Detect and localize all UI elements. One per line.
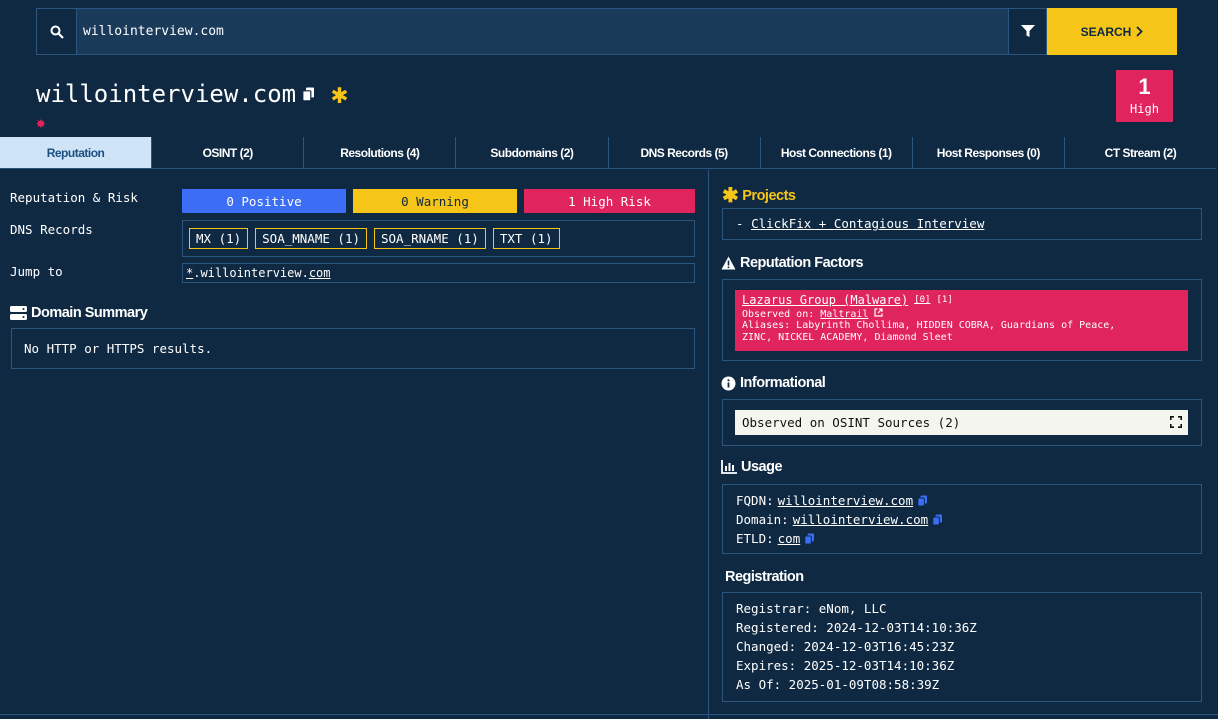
dns-chip-soa-rname[interactable]: SOA_RNAME (1) — [374, 228, 486, 249]
external-link-icon[interactable] — [874, 307, 884, 317]
risk-count: 1 — [1138, 74, 1151, 99]
copy-icon[interactable] — [804, 533, 815, 545]
search-button-label: SEARCH — [1080, 24, 1132, 39]
expand-icon[interactable] — [1170, 416, 1182, 428]
osint-sources-item[interactable]: Observed on OSINT Sources (2) — [735, 410, 1188, 435]
registration-title: Registration — [725, 569, 804, 585]
jump-to-box: * .willointerview. com — [182, 263, 695, 283]
jump-domain-text: .willointerview. — [193, 266, 309, 280]
usage-label: Domain: — [736, 512, 789, 527]
reputation-factors-title: Reputation Factors — [740, 255, 864, 271]
server-icon — [10, 306, 27, 320]
registration-row: Registered: 2024-12-03T14:10:36Z — [736, 620, 977, 635]
usage-value-link[interactable]: willointerview.com — [793, 512, 928, 527]
projects-prefix: - — [736, 216, 752, 231]
dns-records-label: DNS Records — [10, 222, 93, 237]
dns-records-box: MX (1) SOA_MNAME (1) SOA_RNAME (1) TXT (… — [182, 220, 695, 257]
informational-heading: Informational — [721, 375, 826, 391]
usage-value-link[interactable]: com — [778, 531, 801, 546]
reputation-factors-heading: Reputation Factors — [721, 255, 864, 271]
registration-row: Registrar: eNom, LLC — [736, 601, 887, 616]
dns-chip-mx[interactable]: MX (1) — [189, 228, 249, 249]
tab-reputation[interactable]: Reputation — [0, 137, 153, 168]
page-title: willointerview.com — [36, 80, 297, 108]
domain-summary-title: Domain Summary — [31, 305, 148, 321]
registration-row: Changed: 2024-12-03T16:45:23Z — [736, 639, 955, 654]
projects-title: Projects — [742, 187, 796, 204]
risk-level: High — [1130, 102, 1159, 116]
tab-subdomains[interactable]: Subdomains (2) — [456, 137, 609, 168]
tab-dns-records[interactable]: DNS Records (5) — [609, 137, 761, 168]
warning-badge: 0 Warning — [353, 189, 517, 213]
search-bar: SEARCH — [36, 8, 1177, 55]
maltrail-link[interactable]: Maltrail — [820, 309, 868, 320]
usage-row-domain: Domain: willointerview.com — [736, 510, 1188, 529]
positive-badge: 0 Positive — [182, 189, 346, 213]
factor-ref-0[interactable]: [0] — [914, 295, 930, 305]
project-link[interactable]: ClickFix + Contagious Interview — [751, 216, 984, 231]
domain-summary-box: No HTTP or HTTPS results. — [11, 328, 695, 369]
copy-icon[interactable] — [302, 87, 315, 102]
usage-heading: Usage — [721, 459, 783, 475]
usage-title: Usage — [741, 459, 783, 475]
projects-heading: ✱ Projects — [722, 183, 796, 208]
copy-icon[interactable] — [917, 495, 928, 507]
aliases-line-1: Aliases: Labyrinth Chollima, HIDDEN COBR… — [742, 320, 1116, 331]
bottom-divider — [0, 714, 1218, 715]
tab-osint[interactable]: OSINT (2) — [152, 137, 305, 168]
search-icon[interactable] — [36, 8, 76, 55]
tab-host-responses[interactable]: Host Responses (0) — [913, 137, 1065, 168]
aliases-line-2: ZINC, NICKEL ACADEMY, Diamond Sleet — [742, 331, 953, 343]
column-divider — [708, 170, 709, 719]
dns-chip-txt[interactable]: TXT (1) — [492, 228, 560, 249]
tab-ct-stream[interactable]: CT Stream (2) — [1065, 137, 1216, 168]
info-icon — [721, 376, 736, 390]
osint-sources-text: Observed on OSINT Sources (2) — [742, 415, 961, 430]
lazarus-factor-card: Lazarus Group (Malware) [0] [1] Observed… — [735, 290, 1188, 351]
registration-box: Registrar: eNom, LLC Registered: 2024-12… — [722, 592, 1202, 702]
asterisk-icon: ✱ — [722, 185, 739, 207]
registration-row: As Of: 2025-01-09T08:58:39Z — [736, 677, 940, 692]
tab-bar: Reputation OSINT (2) Resolutions (4) Sub… — [0, 137, 1216, 169]
jump-to-label: Jump to — [10, 264, 63, 279]
usage-label: ETLD: — [736, 531, 774, 546]
informational-title: Informational — [740, 375, 826, 391]
usage-row-fqdn: FQDN: willointerview.com — [736, 491, 1188, 510]
registration-row: Expires: 2025-12-03T14:10:36Z — [736, 658, 955, 673]
domain-summary-text: No HTTP or HTTPS results. — [24, 341, 213, 356]
registration-heading: Registration — [725, 569, 804, 585]
page-title-row: willointerview.com ✱ — [36, 77, 348, 110]
risk-badge: 1 High — [1116, 70, 1173, 122]
warning-icon — [721, 256, 736, 270]
search-input[interactable] — [76, 8, 1009, 55]
tab-host-connections[interactable]: Host Connections (1) — [761, 137, 913, 168]
chevron-right-icon — [1136, 26, 1144, 37]
projects-box: - ClickFix + Contagious Interview — [722, 208, 1202, 240]
copy-icon[interactable] — [932, 514, 943, 526]
usage-row-etld: ETLD: com — [736, 529, 1188, 548]
domain-summary-heading: Domain Summary — [10, 305, 148, 321]
usage-value-link[interactable]: willointerview.com — [778, 493, 913, 508]
observed-prefix: Observed on: — [742, 308, 821, 320]
dns-chip-soa-mname[interactable]: SOA_MNAME (1) — [255, 228, 367, 249]
usage-box: FQDN: willointerview.com Domain: willoin… — [722, 484, 1202, 554]
filter-icon[interactable] — [1009, 8, 1047, 55]
asterisk-icon: ✱ — [331, 77, 348, 110]
chart-icon — [721, 460, 737, 474]
jump-tld-link[interactable]: com — [309, 266, 331, 280]
factor-name-link[interactable]: Lazarus Group (Malware) — [742, 293, 908, 307]
search-button[interactable]: SEARCH — [1047, 8, 1177, 55]
usage-label: FQDN: — [736, 493, 774, 508]
tab-resolutions[interactable]: Resolutions (4) — [304, 137, 457, 168]
factor-ref-1[interactable]: [1] — [937, 295, 953, 305]
reputation-risk-label: Reputation & Risk — [10, 190, 138, 205]
jump-wildcard-link[interactable]: * — [186, 266, 193, 280]
high-risk-badge: 1 High Risk — [524, 189, 695, 213]
left-panel: Reputation & Risk 0 Positive 0 Warning 1… — [0, 170, 708, 719]
gear-icon: ✸ — [36, 113, 46, 132]
